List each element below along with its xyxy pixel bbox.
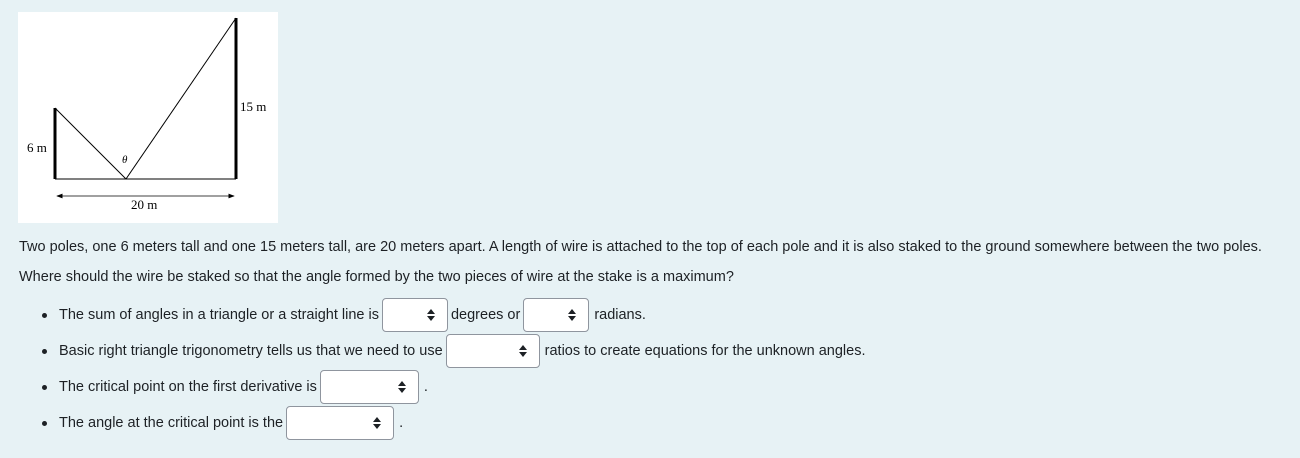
right-wire [125,17,237,180]
theta-angle-label: θ [122,154,128,166]
up-down-caret-icon [373,417,382,429]
poles-diagram: 6 m 15 m 20 m θ [27,17,266,212]
question-1-middle: degrees or [450,307,521,323]
up-down-caret-icon [518,345,527,357]
angle-sum-degrees-select[interactable] [381,298,448,332]
critical-point-select[interactable] [319,370,419,404]
question-3-prefix: The critical point on the first derivati… [59,379,317,395]
up-down-caret-icon [426,309,435,321]
up-down-caret-icon [397,381,406,393]
question-3-suffix: . [423,379,428,395]
question-4-prefix: The angle at the critical point is the [59,415,284,431]
angle-sum-radians-select[interactable] [523,298,590,332]
trig-ratio-select[interactable] [445,334,540,368]
left-wire [54,107,127,180]
up-down-caret-icon [568,309,577,321]
critical-angle-select[interactable] [286,406,395,440]
question-4-suffix: . [399,415,404,431]
question-item: The angle at the critical point is the . [41,405,865,441]
question-item: The sum of angles in a triangle or a str… [41,297,865,333]
left-pole-height-label: 6 m [27,140,47,155]
question-1-suffix: radians. [594,307,646,323]
problem-statement: Two poles, one 6 meters tall and one 15 … [19,239,1262,285]
question-2-prefix: Basic right triangle trigonometry tells … [59,343,443,359]
question-item: Basic right triangle trigonometry tells … [41,333,866,369]
question-item: The critical point on the first derivati… [41,369,865,405]
distance-label: 20 m [131,197,157,212]
question-list: The sum of angles in a triangle or a str… [0,297,865,441]
right-pole-height-label: 15 m [240,99,266,114]
question-2-suffix: ratios to create equations for the unkno… [544,343,866,359]
question-1-prefix: The sum of angles in a triangle or a str… [59,307,379,323]
figure-panel: 6 m 15 m 20 m θ [18,12,278,223]
